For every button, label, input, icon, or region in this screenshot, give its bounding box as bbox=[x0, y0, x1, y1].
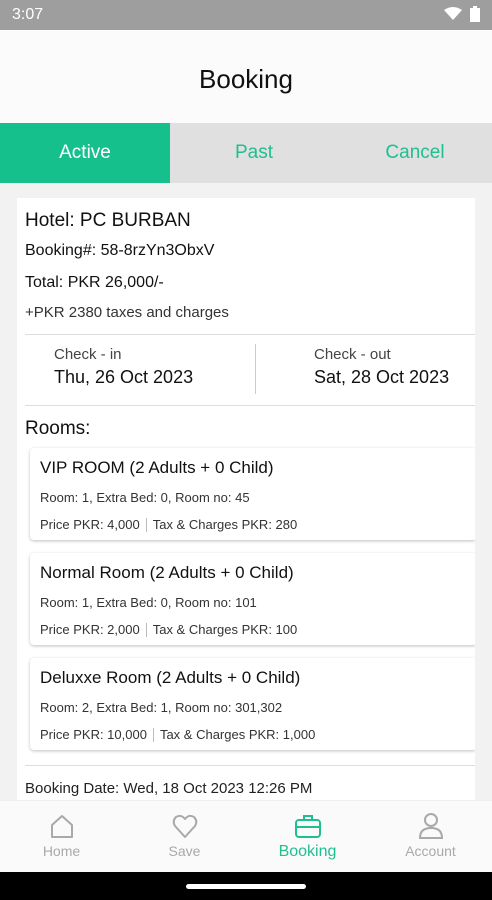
room-pricing: Price PKR: 10,000 Tax & Charges PKR: 1,0… bbox=[40, 727, 315, 742]
room-price: Price PKR: 4,000 bbox=[40, 517, 140, 532]
checkin-value: Thu, 26 Oct 2023 bbox=[54, 367, 194, 387]
heart-icon bbox=[172, 814, 197, 838]
room-tax: Tax & Charges PKR: 280 bbox=[152, 517, 298, 532]
room-pricing: Price PKR: 4,000 Tax & Charges PKR: 280 bbox=[40, 517, 297, 532]
hotel-name: Hotel: PC BURBAN bbox=[25, 210, 191, 231]
price-separator bbox=[152, 727, 154, 742]
checkin-label: Check - in bbox=[54, 346, 122, 363]
room-pricing: Price PKR: 2,000 Tax & Charges PKR: 100 bbox=[40, 622, 297, 637]
room-tax: Tax & Charges PKR: 100 bbox=[152, 622, 298, 637]
taxes-charges: +PKR 2380 taxes and charges bbox=[25, 304, 229, 321]
nav-account[interactable]: Account bbox=[369, 801, 492, 873]
checkin-block: Check - in Thu, 26 Oct 2023 bbox=[54, 346, 193, 388]
booking-date: Booking Date: Wed, 18 Oct 2023 12:26 PM bbox=[25, 780, 313, 797]
home-gesture-handle[interactable] bbox=[186, 884, 306, 889]
system-nav-bar bbox=[0, 872, 492, 900]
tab-active[interactable]: Active bbox=[0, 123, 170, 183]
status-time: 3:07 bbox=[12, 6, 44, 23]
status-icons bbox=[444, 6, 480, 22]
bottom-navigation: Home Save Booking Account bbox=[0, 800, 492, 873]
room-title: Normal Room (2 Adults + 0 Child) bbox=[40, 563, 294, 582]
room-details: Room: 1, Extra Bed: 0, Room no: 45 bbox=[40, 490, 250, 505]
briefcase-icon bbox=[294, 815, 321, 838]
person-icon bbox=[418, 813, 443, 839]
nav-save-label: Save bbox=[168, 843, 201, 859]
tab-cancel[interactable]: Cancel bbox=[338, 123, 492, 183]
nav-account-label: Account bbox=[405, 843, 456, 859]
divider bbox=[25, 765, 475, 766]
wifi-icon bbox=[444, 7, 462, 20]
price-separator bbox=[145, 517, 147, 532]
nav-booking[interactable]: Booking bbox=[246, 801, 369, 873]
room-price: Price PKR: 2,000 bbox=[40, 622, 140, 637]
price-separator bbox=[145, 622, 147, 637]
booking-total: Total: PKR 26,000/- bbox=[25, 274, 164, 291]
room-details: Room: 1, Extra Bed: 0, Room no: 101 bbox=[40, 595, 257, 610]
nav-home-label: Home bbox=[42, 843, 81, 859]
checkout-label: Check - out bbox=[314, 346, 391, 363]
nav-save[interactable]: Save bbox=[123, 801, 246, 873]
booking-card[interactable]: Hotel: PC BURBAN Booking#: 58-8rzYn3ObxV… bbox=[17, 198, 475, 800]
date-separator bbox=[255, 344, 256, 394]
booking-number: Booking#: 58-8rzYn3ObxV bbox=[25, 242, 215, 259]
room-tax: Tax & Charges PKR: 1,000 bbox=[159, 727, 316, 742]
room-card: Normal Room (2 Adults + 0 Child) Room: 1… bbox=[30, 553, 475, 645]
room-card: VIP ROOM (2 Adults + 0 Child) Room: 1, E… bbox=[30, 448, 475, 540]
divider bbox=[25, 405, 475, 406]
checkout-value: Sat, 28 Oct 2023 bbox=[314, 367, 450, 387]
room-title: Deluxxe Room (2 Adults + 0 Child) bbox=[40, 668, 301, 687]
room-title: VIP ROOM (2 Adults + 0 Child) bbox=[40, 458, 274, 477]
app-bar: Booking bbox=[0, 30, 492, 123]
page-title: Booking bbox=[199, 64, 293, 94]
home-icon bbox=[50, 815, 73, 838]
rooms-heading: Rooms: bbox=[25, 418, 91, 439]
tab-past[interactable]: Past bbox=[170, 123, 338, 183]
room-card: Deluxxe Room (2 Adults + 0 Child) Room: … bbox=[30, 658, 475, 750]
stay-dates: Check - in Thu, 26 Oct 2023 Check - out … bbox=[25, 334, 475, 404]
nav-home[interactable]: Home bbox=[0, 801, 123, 873]
booking-tabs: Active Past Cancel bbox=[0, 123, 492, 183]
status-bar: 3:07 bbox=[0, 0, 492, 30]
checkout-block: Check - out Sat, 28 Oct 2023 bbox=[314, 346, 449, 388]
battery-icon bbox=[470, 6, 480, 22]
room-price: Price PKR: 10,000 bbox=[40, 727, 147, 742]
room-details: Room: 2, Extra Bed: 1, Room no: 301,302 bbox=[40, 700, 283, 715]
nav-booking-label: Booking bbox=[278, 843, 337, 860]
